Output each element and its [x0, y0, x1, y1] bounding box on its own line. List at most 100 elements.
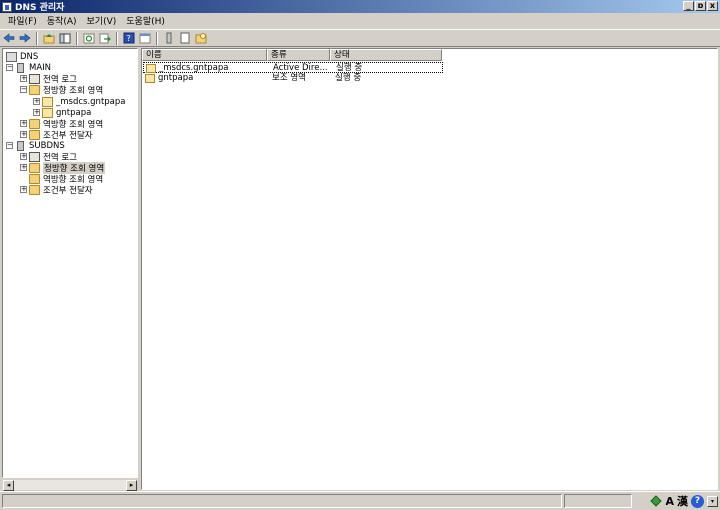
menu-action[interactable]: 동작(A): [42, 14, 82, 27]
tree-node-main-reverse-zones[interactable]: + 역방향 조회 영역: [20, 118, 103, 130]
tree-label: 조건부 전달자: [43, 130, 93, 141]
tree-node-sub-reverse-zones[interactable]: 역방향 조회 영역: [20, 173, 103, 185]
scroll-left-button[interactable]: ◂: [3, 480, 14, 491]
properties-icon: [139, 33, 151, 43]
zone-status: 실행 중: [335, 73, 362, 83]
window-controls: _ ɒ x: [683, 1, 718, 11]
help-icon[interactable]: ?: [691, 494, 704, 508]
list-row[interactable]: _msdcs.gntpapa Active Dire... 실행 중: [143, 62, 443, 73]
collapse-icon[interactable]: −: [20, 86, 27, 93]
column-header-name[interactable]: 이름: [142, 49, 267, 61]
scroll-right-button[interactable]: ▸: [126, 480, 137, 491]
expand-icon[interactable]: +: [33, 98, 40, 105]
zone-button[interactable]: [194, 31, 208, 45]
refresh-button[interactable]: [82, 31, 96, 45]
folder-icon: [29, 173, 40, 184]
export-list-button[interactable]: [98, 31, 112, 45]
tree-node-sub-global-log[interactable]: + 전역 로그: [20, 151, 77, 163]
server-icon: [17, 62, 24, 73]
collapse-icon[interactable]: −: [6, 142, 13, 149]
folder-icon: [29, 184, 40, 195]
menu-view[interactable]: 보기(V): [82, 14, 122, 27]
tree-label: 정방향 조회 영역: [43, 85, 104, 96]
zone-icon: [146, 64, 156, 73]
tree-node-main[interactable]: − MAIN: [6, 62, 51, 73]
svg-text:?: ?: [127, 34, 131, 43]
dns-app-icon: [2, 1, 12, 12]
menu-file[interactable]: 파일(F): [3, 14, 42, 27]
tree-node-sub-conditional-forwarders[interactable]: + 조건부 전달자: [20, 184, 93, 196]
alphanumeric-mode-icon[interactable]: A: [665, 495, 674, 508]
zone-icon: [42, 96, 53, 107]
window-title: DNS 관리자: [15, 3, 65, 13]
hanja-icon[interactable]: 漢: [677, 493, 688, 509]
refresh-icon: [83, 33, 95, 43]
tree-node-main-global-log[interactable]: + 전역 로그: [20, 73, 77, 85]
up-level-button[interactable]: [42, 31, 56, 45]
menu-help[interactable]: 도움말(H): [121, 14, 170, 27]
server-button[interactable]: [162, 31, 176, 45]
close-button[interactable]: x: [707, 1, 718, 11]
restore-button[interactable]: ɒ: [695, 1, 706, 11]
tree-label: 조건부 전달자: [43, 185, 93, 196]
document-button[interactable]: [178, 31, 192, 45]
zone-icon: [42, 107, 53, 118]
export-icon: [99, 33, 111, 43]
folder-icon: [29, 118, 40, 129]
dns-icon: [6, 51, 17, 62]
properties-button[interactable]: [138, 31, 152, 45]
tree-label: MAIN: [29, 62, 52, 73]
zone-folder-icon: [195, 33, 207, 44]
tree-horizontal-scrollbar[interactable]: ◂ ▸: [3, 479, 137, 491]
expand-icon[interactable]: +: [20, 131, 27, 138]
tree-node-subdns[interactable]: − SUBDNS: [6, 140, 65, 151]
column-header-status[interactable]: 상태: [330, 49, 442, 61]
tree-label: DNS: [20, 51, 39, 62]
language-bar-options-button[interactable]: ▾: [707, 495, 718, 507]
expand-icon[interactable]: +: [20, 164, 27, 171]
tree-node-zone-gntpapa[interactable]: + gntpapa: [33, 107, 91, 118]
back-arrow-icon: [3, 33, 15, 43]
list-row[interactable]: gntpapa 보조 영역 실행 중: [143, 73, 443, 84]
tree-node-main-forward-zones[interactable]: − 정방향 조회 영역: [20, 84, 104, 96]
toolbar-separator: [156, 31, 158, 45]
ime-icon[interactable]: [650, 495, 663, 507]
minimize-button[interactable]: _: [683, 1, 694, 11]
expand-icon[interactable]: +: [20, 153, 27, 160]
tree-node-sub-forward-zones[interactable]: + 정방향 조회 영역: [20, 161, 106, 174]
toolbar-separator: [76, 31, 78, 45]
back-button[interactable]: [2, 31, 16, 45]
document-icon: [180, 32, 190, 44]
expand-icon[interactable]: +: [20, 186, 27, 193]
forward-button[interactable]: [18, 31, 32, 45]
toolbar: ?: [0, 29, 720, 47]
folder-icon: [29, 129, 40, 140]
folder-icon: [29, 162, 40, 173]
up-folder-icon: [43, 33, 55, 43]
zone-name: gntpapa: [158, 73, 194, 83]
show-hide-tree-button[interactable]: [58, 31, 72, 45]
server-icon: [17, 140, 24, 151]
console-tree: DNS − MAIN + 전역 로그 − 정방향 조회 영역 + _msdcs.…: [2, 48, 138, 478]
help-button[interactable]: ?: [122, 31, 136, 45]
help-book-icon: ?: [123, 32, 135, 44]
tree-label: _msdcs.gntpapa: [56, 96, 126, 107]
zone-type: 보조 영역: [272, 73, 306, 83]
forward-arrow-icon: [19, 33, 31, 43]
details-list: 이름 종류 상태 _msdcs.gntpapa Active Dire... 실…: [141, 48, 718, 490]
expand-icon[interactable]: +: [33, 109, 40, 116]
tree-node-dns[interactable]: DNS: [6, 51, 38, 62]
event-log-icon: [29, 73, 40, 84]
tree-label: gntpapa: [56, 107, 92, 118]
expand-icon[interactable]: +: [20, 75, 27, 82]
column-header-type[interactable]: 종류: [267, 49, 330, 61]
expand-icon[interactable]: +: [20, 120, 27, 127]
title-bar: DNS 관리자 _ ɒ x: [0, 0, 720, 13]
tree-node-zone-msdcs[interactable]: + _msdcs.gntpapa: [33, 96, 125, 107]
status-bar: A 漢 ? ▾: [0, 491, 720, 510]
collapse-icon[interactable]: −: [6, 64, 13, 71]
zone-icon: [145, 74, 155, 83]
status-panel-secondary: [564, 494, 632, 508]
tree-node-main-conditional-forwarders[interactable]: + 조건부 전달자: [20, 129, 93, 141]
folder-icon: [29, 84, 40, 95]
